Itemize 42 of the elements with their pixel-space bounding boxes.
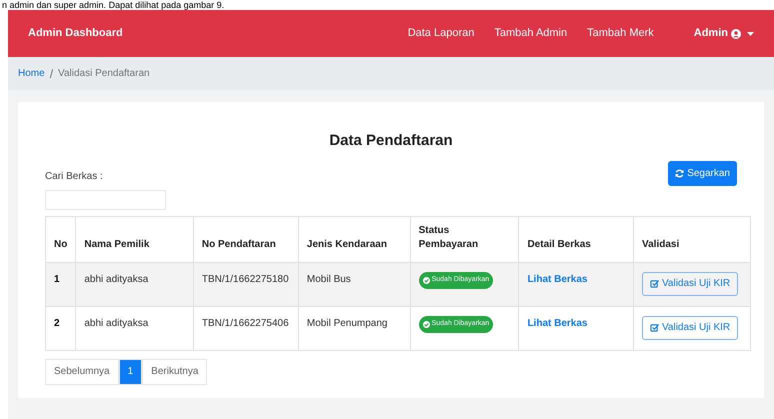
search-field[interactable]	[45, 190, 166, 210]
validate-button[interactable]: Validasi Uji KIR	[642, 316, 738, 340]
user-menu[interactable]: Admin	[694, 25, 754, 42]
column-header: Jenis Kendaraan	[298, 216, 410, 262]
nav-link[interactable]: Tambah Merk	[587, 25, 654, 42]
view-files-link[interactable]: Lihat Berkas	[527, 274, 588, 284]
search-label: Cari Berkas :	[45, 170, 104, 184]
table-cell: Mobil Bus	[306, 274, 351, 284]
column-header: No	[46, 216, 76, 262]
nav-link[interactable]: Data Laporan	[408, 25, 474, 42]
check-circle-icon	[422, 276, 430, 284]
column-header: No Pendaftaran	[193, 216, 298, 262]
column-header: Nama Pemilik	[76, 216, 194, 262]
table-cell: TBN/1/1662275406	[202, 318, 289, 328]
row-number: 2	[54, 318, 60, 328]
page-button[interactable]: Sebelumnya	[45, 358, 119, 384]
nav-link[interactable]: Tambah Admin	[494, 25, 568, 42]
breadcrumb-current: Validasi Pendaftaran	[58, 67, 150, 81]
refresh-button[interactable]: Segarkan	[668, 160, 737, 186]
column-header: Detail Berkas	[518, 216, 634, 262]
table-cell: abhi adityaksa	[84, 318, 148, 328]
caret-icon	[747, 32, 754, 36]
row-number: 1	[54, 274, 60, 284]
user-circle-icon	[731, 28, 741, 38]
breadcrumb-link[interactable]: Home	[18, 66, 45, 81]
view-files-link[interactable]: Lihat Berkas	[527, 318, 588, 328]
brand-title: Admin Dashboard	[28, 26, 123, 42]
document-text: n admin dan super admin. Dapat dilihat pada gambar 9.	[2, 0, 224, 10]
table-cell: abhi adityaksa	[84, 274, 148, 284]
table-cell: Mobil Penumpang	[306, 318, 388, 328]
validate-button[interactable]: Validasi Uji KIR	[642, 272, 738, 296]
refresh-icon	[675, 168, 684, 178]
column-header: Status Pembayaran	[410, 216, 519, 262]
card-title: Data Pendaftaran	[328, 131, 454, 151]
page-button[interactable]: 1	[118, 358, 142, 384]
checkbox-icon	[650, 323, 659, 332]
table-cell: TBN/1/1662275180	[202, 274, 289, 284]
check-circle-icon	[422, 320, 430, 328]
column-header: Validasi	[633, 216, 750, 262]
breadcrumb-separator: /	[50, 66, 54, 82]
checkbox-icon	[650, 279, 659, 288]
page-button[interactable]: Berikutnya	[142, 358, 208, 384]
